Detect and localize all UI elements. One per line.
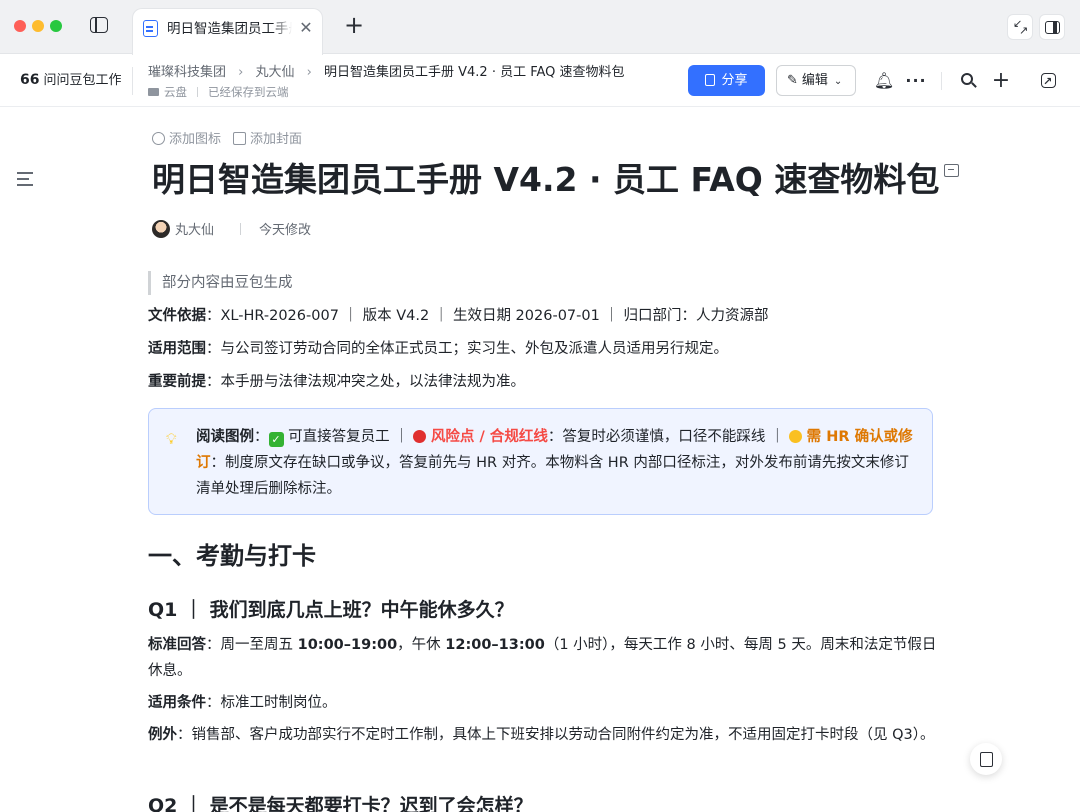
scope-label: 适用范围: [148, 341, 206, 357]
bell-icon[interactable]: 🔔︎: [873, 70, 895, 92]
new-tab-icon[interactable]: +: [342, 13, 366, 37]
tab-title: 明日智造集团员工手册: [167, 21, 292, 37]
close-window-button[interactable]: [14, 20, 26, 32]
exception-label: 例外: [148, 727, 177, 743]
pencil-icon: ✎: [787, 73, 798, 88]
scope-text: ：与公司签订劳动合同的全体正式员工；实习生、外包及派遣人员适用另行规定。: [206, 341, 728, 357]
search-icon[interactable]: [958, 70, 980, 92]
answer-paragraph[interactable]: 标准回答：周一至周五 10:00–19:00，午休 12:00–13:00（1 …: [148, 632, 938, 684]
floating-notes-button[interactable]: [970, 743, 1002, 775]
comment-icon[interactable]: [944, 164, 959, 177]
more-icon[interactable]: ···: [905, 70, 927, 92]
doc-add-toolbar: 添加图标 添加封面: [152, 130, 302, 150]
collapse-arrow-icon: ↗: [1019, 24, 1029, 37]
split-pane-icon: [1045, 21, 1060, 34]
modified-time: 今天修改: [259, 223, 312, 238]
sidebar-toggle-icon[interactable]: [90, 17, 108, 33]
premise-label: 重要前提: [148, 374, 206, 390]
basis-paragraph[interactable]: 文件依据：XL-HR-2026-007 ｜ 版本 V4.2 ｜ 生效日期 202…: [148, 303, 938, 329]
lightbulb-icon: 💡︎: [166, 430, 177, 448]
edit-label: 编辑: [801, 73, 828, 88]
add-icon-label: 添加图标: [169, 132, 222, 147]
author-name[interactable]: 丸大仙: [175, 223, 214, 238]
premise-paragraph[interactable]: 重要前提：本手册与法律法规冲突之处，以法律法规为准。: [148, 369, 938, 395]
tab-close-icon[interactable]: ✕: [296, 18, 316, 38]
legend-label: 阅读图例: [196, 429, 254, 445]
yellow-dot-icon: [789, 430, 803, 443]
smiley-icon: [152, 132, 165, 145]
collapse-window-button[interactable]: ↙ ↗: [1007, 14, 1033, 40]
share-button[interactable]: 分享: [688, 65, 765, 96]
divider: [197, 87, 198, 97]
folder-icon: [148, 88, 159, 96]
condition-paragraph[interactable]: 适用条件：标准工时制岗位。: [148, 690, 938, 716]
work-hours: 10:00–19:00: [297, 637, 398, 653]
divider: [941, 72, 942, 90]
divider: [132, 67, 133, 95]
legend-callout[interactable]: 💡︎ 阅读图例： ✓ 可直接答复员工 ｜ 风险点 / 合规红线：答复时必须谨慎，口…: [148, 408, 933, 515]
divider: [240, 223, 242, 235]
answer-text: ，午休: [397, 637, 446, 653]
ok-text: 可直接答复员工 ｜: [288, 429, 414, 445]
share-label: 分享: [721, 73, 748, 88]
callout-text: 阅读图例： ✓ 可直接答复员工 ｜ 风险点 / 合规红线：答复时必须谨慎，口径不能…: [196, 424, 916, 502]
basis-label: 文件依据: [148, 308, 206, 324]
hr-confirm-text: ：制度原文存在缺口或争议，答复前先与 HR 对齐。本物料含 HR 内部口径标注，…: [196, 455, 909, 497]
layout-toggle-button[interactable]: [1039, 14, 1065, 40]
risk-label: 风险点 / 合规红线: [430, 429, 548, 445]
condition-label: 适用条件: [148, 695, 206, 711]
page-title[interactable]: 明日智造集团员工手册 V4.2 · 员工 FAQ 速查物料包: [152, 157, 939, 203]
exception-text: ：销售部、客户成功部实行不定时工作制，具体上下班安排以劳动合同附件约定为准，不适…: [177, 727, 935, 743]
breadcrumb-item-org[interactable]: 璀璨科技集团: [148, 65, 226, 80]
arrow-icon: ↗: [1043, 75, 1053, 88]
search-handle: [971, 82, 977, 88]
image-icon: [233, 132, 247, 145]
add-cover-label: 添加封面: [250, 132, 303, 147]
add-icon-button[interactable]: 添加图标: [152, 132, 221, 147]
risk-text: ：答复时必须谨慎，口径不能踩线 ｜: [547, 429, 790, 445]
zoom-window-button[interactable]: [50, 20, 62, 32]
ask-doubao-button[interactable]: 66 问问豆包工作: [20, 70, 122, 90]
answer-label: 标准回答: [148, 637, 206, 653]
ai-generated-note: 部分内容由豆包生成: [148, 271, 293, 295]
basis-text: ：XL-HR-2026-007 ｜ 版本 V4.2 ｜ 生效日期 2026-07…: [206, 308, 769, 324]
tab-document[interactable]: 明日智造集团员工手册 ✕: [132, 8, 323, 55]
scope-paragraph[interactable]: 适用范围：与公司签订劳动合同的全体正式员工；实习生、外包及派遣人员适用另行规定。: [148, 336, 938, 362]
doc-location-line: 云盘 已经保存到云端: [148, 84, 289, 100]
location-label[interactable]: 云盘: [164, 85, 187, 99]
check-icon: ✓: [268, 432, 284, 447]
edit-mode-button[interactable]: ✎ 编辑 ⌄: [776, 65, 856, 96]
minimize-window-button[interactable]: [32, 20, 44, 32]
lunch-hours: 12:00–13:00: [445, 637, 545, 653]
premise-text: ：本手册与法律法规冲突之处，以法律法规为准。: [206, 374, 525, 390]
author-row: 丸大仙 今天修改: [152, 220, 311, 240]
ask-doubao-label: 问问豆包工作: [43, 73, 122, 88]
answer-text: ：周一至周五: [206, 637, 298, 653]
plus-icon[interactable]: +: [990, 70, 1012, 92]
save-status: 已经保存到云端: [208, 85, 289, 99]
exception-paragraph[interactable]: 例外：销售部、客户成功部实行不定时工作制，具体上下班安排以劳动合同附件约定为准，…: [148, 722, 938, 748]
section-heading-attendance[interactable]: 一、考勤与打卡: [148, 538, 316, 574]
chevron-right-icon: ›: [306, 65, 312, 80]
open-external-icon[interactable]: ↗: [1038, 70, 1060, 92]
breadcrumb-item-current[interactable]: 明日智造集团员工手册 V4.2 · 员工 FAQ 速查物料包: [324, 65, 625, 80]
window-titlebar: 明日智造集团员工手册 ✕ + ↙ ↗: [0, 0, 1080, 55]
avatar[interactable]: [152, 220, 170, 238]
chevron-down-icon: ⌄: [833, 76, 843, 87]
document-icon: [143, 20, 158, 37]
outline-icon[interactable]: [17, 172, 33, 186]
document-header: 66 问问豆包工作 璀璨科技集团 › 丸大仙 › 明日智造集团员工手册 V4.2 …: [0, 55, 1080, 107]
chevron-right-icon: ›: [238, 65, 244, 80]
quote-icon: 66: [20, 72, 40, 88]
breadcrumb-item-user[interactable]: 丸大仙: [256, 65, 295, 80]
legend-colon: ：: [254, 429, 269, 445]
condition-text: ：标准工时制岗位。: [206, 695, 337, 711]
red-dot-icon: [413, 430, 427, 443]
breadcrumb: 璀璨科技集团 › 丸大仙 › 明日智造集团员工手册 V4.2 · 员工 FAQ …: [148, 63, 625, 83]
add-cover-button[interactable]: 添加封面: [233, 132, 302, 147]
share-icon: [705, 74, 716, 86]
question-heading-q1[interactable]: Q1 ｜ 我们到底几点上班？中午能休多久？: [148, 595, 514, 625]
question-heading-q2[interactable]: Q2 ｜ 是不是每天都要打卡？迟到了会怎样？: [148, 791, 533, 812]
